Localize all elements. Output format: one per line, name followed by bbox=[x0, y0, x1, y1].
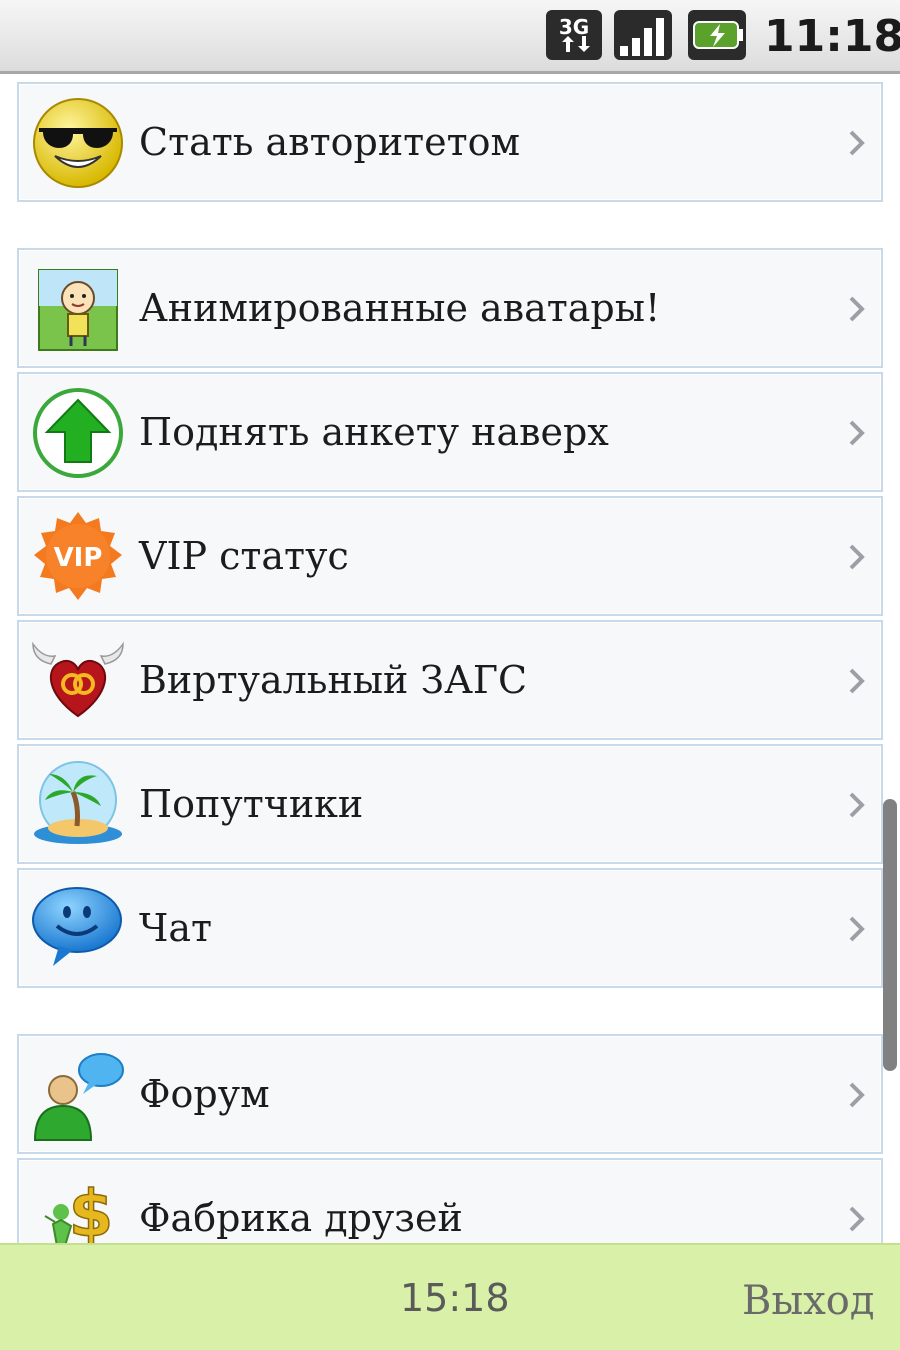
3g-data-icon: 3G bbox=[546, 10, 602, 60]
chat-bubble-smiley-icon bbox=[32, 887, 122, 966]
menu-item-label: Чат bbox=[139, 906, 213, 950]
menu-item-animated-avatars[interactable]: Анимированные аватары! bbox=[17, 248, 883, 368]
winged-heart-rings-icon bbox=[32, 641, 124, 718]
menu-item-friend-factory[interactable]: $ Фабрика друзей bbox=[17, 1158, 883, 1243]
menu-item-virtual-registry[interactable]: Виртуальный ЗАГС bbox=[17, 620, 883, 740]
signal-strength-icon bbox=[614, 10, 672, 60]
chevron-right-icon bbox=[849, 1082, 865, 1108]
menu-list[interactable]: Стать авторитетом Анимированные аватары!… bbox=[0, 77, 900, 1243]
status-bar: 3G 11:18 bbox=[0, 0, 900, 74]
chevron-right-icon bbox=[849, 668, 865, 694]
chevron-right-icon bbox=[849, 420, 865, 446]
green-up-arrow-icon bbox=[33, 388, 123, 478]
exit-button[interactable]: Выход bbox=[742, 1271, 882, 1331]
dollar-figure-icon: $ bbox=[44, 1177, 114, 1243]
menu-item-become-authority[interactable]: Стать авторитетом bbox=[17, 82, 883, 202]
forum-user-bubble-icon bbox=[33, 1053, 124, 1141]
palm-island-icon bbox=[34, 761, 122, 844]
battery-charging-icon bbox=[688, 10, 746, 60]
menu-item-label: Поднять анкету наверх bbox=[139, 410, 609, 454]
menu-item-label: Фабрика друзей bbox=[139, 1196, 463, 1240]
chevron-right-icon bbox=[849, 916, 865, 942]
menu-item-label: Анимированные аватары! bbox=[139, 286, 661, 330]
sunglasses-smiley-icon bbox=[33, 98, 123, 188]
chevron-right-icon bbox=[849, 544, 865, 570]
scrollbar-thumb[interactable] bbox=[883, 799, 897, 1071]
animated-avatar-icon bbox=[38, 269, 118, 351]
menu-item-raise-profile[interactable]: Поднять анкету наверх bbox=[17, 372, 883, 492]
svg-text:VIP: VIP bbox=[54, 543, 103, 573]
chevron-right-icon bbox=[849, 296, 865, 322]
menu-item-label: Стать авторитетом bbox=[139, 120, 521, 164]
bottom-bar: 15:18 Выход bbox=[0, 1243, 900, 1350]
menu-item-label: VIP статус bbox=[139, 534, 349, 578]
chevron-right-icon bbox=[849, 1206, 865, 1232]
chevron-right-icon bbox=[849, 792, 865, 818]
menu-item-forum[interactable]: Форум bbox=[17, 1034, 883, 1154]
svg-text:3G: 3G bbox=[559, 15, 589, 39]
vip-badge-icon: VIP bbox=[34, 512, 122, 600]
menu-item-chat[interactable]: Чат bbox=[17, 868, 883, 988]
bottom-bar-clock: 15:18 bbox=[400, 1276, 510, 1320]
chevron-right-icon bbox=[849, 130, 865, 156]
menu-item-label: Попутчики bbox=[139, 782, 364, 826]
menu-item-fellow-travelers[interactable]: Попутчики bbox=[17, 744, 883, 864]
status-bar-clock: 11:18 bbox=[764, 11, 900, 62]
menu-item-label: Виртуальный ЗАГС bbox=[139, 658, 528, 702]
svg-text:$: $ bbox=[69, 1178, 114, 1243]
menu-item-label: Форум bbox=[139, 1072, 270, 1116]
menu-item-vip-status[interactable]: VIP VIP статус bbox=[17, 496, 883, 616]
